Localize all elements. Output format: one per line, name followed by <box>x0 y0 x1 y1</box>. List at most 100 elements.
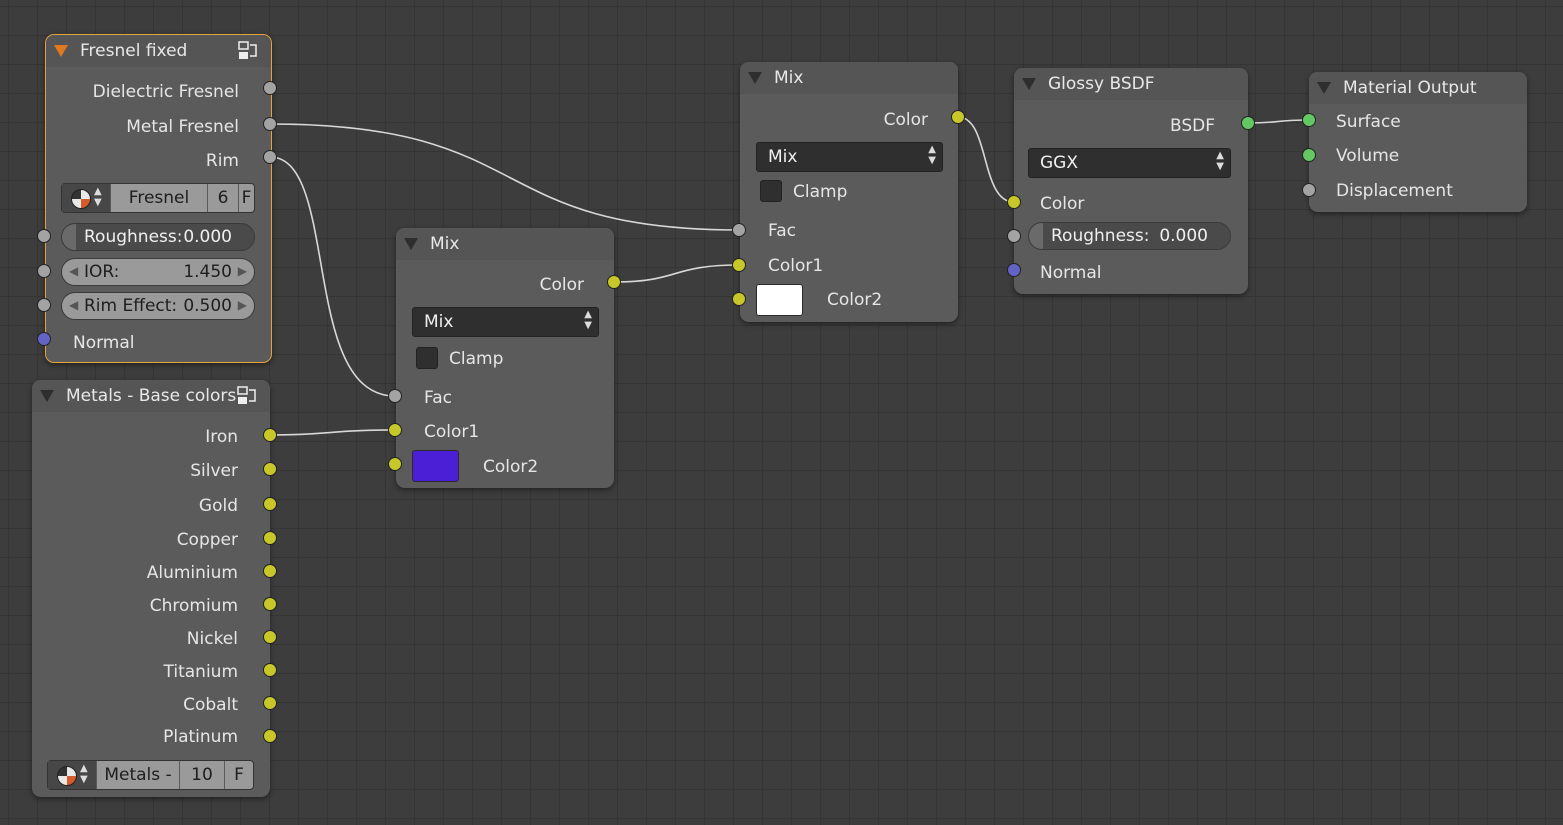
socket-titanium[interactable] <box>263 663 277 677</box>
node-group-name[interactable]: Metals - <box>97 761 180 789</box>
input-color2-label: Color2 <box>827 290 883 310</box>
socket-gold[interactable] <box>263 497 277 511</box>
socket-volume[interactable] <box>1302 148 1316 162</box>
metals-base-colors-node[interactable]: Metals - Base colors Iron Silver Gold Co… <box>32 380 270 797</box>
decrement-arrow-icon[interactable]: ◀ <box>69 298 78 312</box>
fresnel-fixed-node[interactable]: Fresnel fixed Dielectric Fresnel Metal F… <box>45 34 272 363</box>
ior-field[interactable]: ◀ IOR: 1.450 ▶ <box>61 258 255 286</box>
output-color-label: Color <box>883 110 928 130</box>
collapse-triangle-icon[interactable] <box>54 45 68 57</box>
socket-glossy-normal[interactable] <box>1007 263 1021 277</box>
increment-arrow-icon[interactable]: ▶ <box>238 264 247 278</box>
node-title: Mix <box>774 68 804 88</box>
updown-arrows-icon: ▲ ▼ <box>1216 150 1224 172</box>
blend-mode-dropdown[interactable]: Mix ▲ ▼ <box>756 142 943 172</box>
output-gold-label: Gold <box>198 496 238 516</box>
glossy-bsdf-node[interactable]: Glossy BSDF BSDF GGX ▲ ▼ Color Roughness:… <box>1014 68 1248 294</box>
socket-iron[interactable] <box>263 428 277 442</box>
link-rim-to-mix1-fac <box>269 156 396 397</box>
mix-node-1[interactable]: Mix Color Mix ▲ ▼ Clamp Fac Color1 Color2 <box>396 228 614 488</box>
input-fac-label: Fac <box>768 221 796 241</box>
node-group-icon[interactable] <box>235 384 259 408</box>
updown-arrows-icon: ▲ ▼ <box>584 309 592 331</box>
node-header[interactable]: Material Output <box>1309 72 1527 104</box>
socket-displacement[interactable] <box>1302 183 1316 197</box>
increment-arrow-icon[interactable]: ▶ <box>238 298 247 312</box>
roughness-label: Roughness: <box>84 227 183 247</box>
socket-mix1-color1[interactable] <box>388 423 402 437</box>
input-fac-label: Fac <box>424 388 452 408</box>
node-group-browse[interactable]: ▲ ▼ <box>48 761 97 789</box>
ior-value: 1.450 <box>183 262 232 282</box>
node-group-name[interactable]: Fresnel <box>111 184 208 212</box>
socket-nickel[interactable] <box>263 630 277 644</box>
socket-copper[interactable] <box>263 531 277 545</box>
socket-surface[interactable] <box>1302 113 1316 127</box>
socket-mix1-color2[interactable] <box>388 457 402 471</box>
socket-chromium[interactable] <box>263 597 277 611</box>
socket-rim-effect[interactable] <box>37 298 51 312</box>
fake-user-toggle[interactable]: F <box>225 761 253 789</box>
node-title: Material Output <box>1343 78 1477 98</box>
collapse-triangle-icon[interactable] <box>748 72 762 84</box>
roughness-value: 0.000 <box>1159 226 1208 246</box>
node-group-selector[interactable]: ▲ ▼ Fresnel 6 F <box>61 183 255 213</box>
roughness-field[interactable]: Roughness: 0.000 <box>61 223 255 251</box>
node-header[interactable]: Metals - Base colors <box>32 380 270 412</box>
node-title: Fresnel fixed <box>80 41 188 61</box>
socket-mix2-color2[interactable] <box>732 292 746 306</box>
node-header[interactable]: Fresnel fixed <box>46 35 271 67</box>
socket-glossy-roughness[interactable] <box>1007 229 1021 243</box>
color2-swatch[interactable] <box>756 284 803 316</box>
material-output-node[interactable]: Material Output Surface Volume Displacem… <box>1309 72 1527 212</box>
output-bsdf-label: BSDF <box>1169 116 1215 136</box>
socket-glossy-color[interactable] <box>1007 195 1021 209</box>
node-group-selector[interactable]: ▲ ▼ Metals - 10 F <box>47 760 254 790</box>
socket-rim[interactable] <box>263 150 277 164</box>
socket-normal[interactable] <box>37 332 51 346</box>
socket-glossy-bsdf-out[interactable] <box>1241 116 1255 130</box>
input-color1-label: Color1 <box>424 422 480 442</box>
socket-platinum[interactable] <box>263 729 277 743</box>
rim-effect-field[interactable]: ◀ Rim Effect: 0.500 ▶ <box>61 292 255 320</box>
socket-ior[interactable] <box>37 264 51 278</box>
mix-node-2[interactable]: Mix Color Mix ▲ ▼ Clamp Fac Color1 Color2 <box>740 62 958 322</box>
collapse-triangle-icon[interactable] <box>1022 78 1036 90</box>
socket-aluminium[interactable] <box>263 564 277 578</box>
distribution-dropdown[interactable]: GGX ▲ ▼ <box>1028 148 1231 178</box>
socket-metal-fresnel[interactable] <box>263 117 277 131</box>
node-group-browse[interactable]: ▲ ▼ <box>62 184 111 212</box>
socket-mix2-fac[interactable] <box>732 223 746 237</box>
node-title: Glossy BSDF <box>1048 74 1155 94</box>
collapse-triangle-icon[interactable] <box>404 238 418 250</box>
output-cobalt-label: Cobalt <box>183 695 238 715</box>
clamp-checkbox[interactable] <box>416 347 438 369</box>
color2-swatch[interactable] <box>412 450 459 482</box>
node-header[interactable]: Mix <box>396 228 614 260</box>
blend-mode-dropdown[interactable]: Mix ▲ ▼ <box>412 307 599 337</box>
socket-roughness[interactable] <box>37 229 51 243</box>
roughness-value: 0.000 <box>183 227 232 247</box>
socket-silver[interactable] <box>263 462 277 476</box>
socket-mix2-color-out[interactable] <box>951 110 965 124</box>
node-group-icon[interactable] <box>236 39 260 63</box>
node-header[interactable]: Glossy BSDF <box>1014 68 1248 100</box>
node-header[interactable]: Mix <box>740 62 958 94</box>
socket-mix1-fac[interactable] <box>388 389 402 403</box>
link-metal-fresnel-to-mix2-fac <box>269 123 741 231</box>
fake-user-toggle[interactable]: F <box>239 184 254 212</box>
decrement-arrow-icon[interactable]: ◀ <box>69 264 78 278</box>
clamp-checkbox[interactable] <box>760 180 782 202</box>
node-group-users[interactable]: 10 <box>180 761 225 789</box>
socket-mix1-color-out[interactable] <box>607 275 621 289</box>
roughness-field[interactable]: Roughness: 0.000 <box>1028 222 1231 250</box>
collapse-triangle-icon[interactable] <box>40 390 54 402</box>
socket-cobalt[interactable] <box>263 696 277 710</box>
collapse-triangle-icon[interactable] <box>1317 82 1331 94</box>
input-surface-label: Surface <box>1336 112 1401 132</box>
socket-mix2-color1[interactable] <box>732 258 746 272</box>
clamp-label: Clamp <box>793 182 848 202</box>
socket-dielectric-fresnel[interactable] <box>263 81 277 95</box>
node-group-users[interactable]: 6 <box>208 184 239 212</box>
material-ball-icon <box>57 766 77 786</box>
